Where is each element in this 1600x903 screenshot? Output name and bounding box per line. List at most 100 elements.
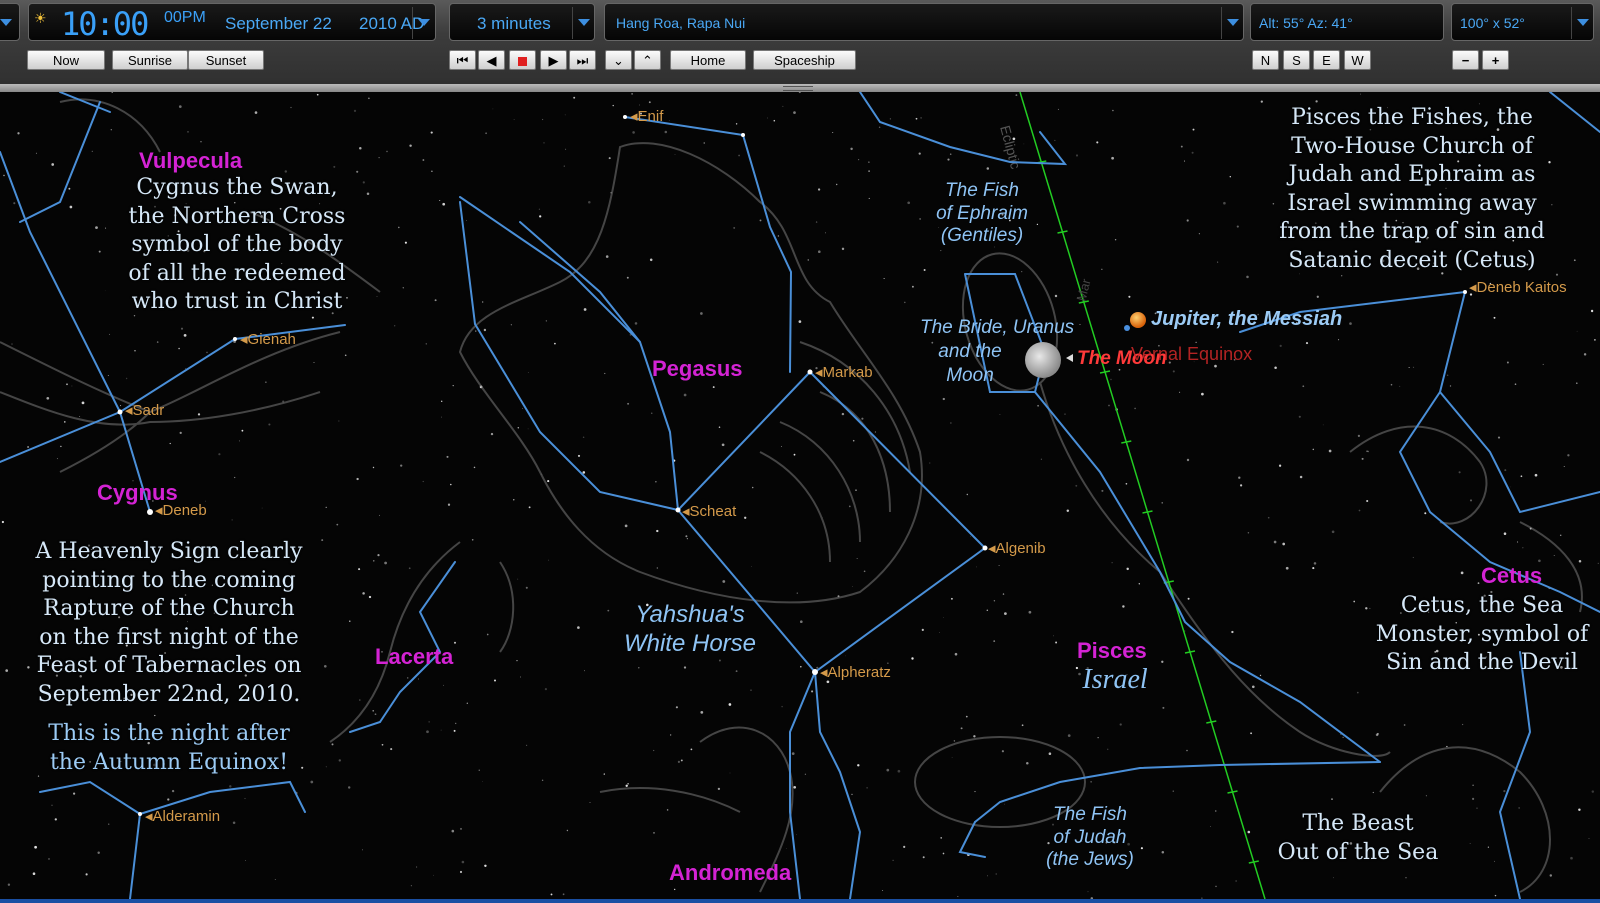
- label-andromeda[interactable]: Andromeda: [669, 860, 791, 886]
- star-alderamin[interactable]: ◂Alderamin: [145, 807, 220, 825]
- label-vernal-equinox[interactable]: Vernal Equinox: [1131, 344, 1252, 365]
- star-scheat[interactable]: ◂Scheat: [682, 502, 736, 520]
- background-star: [1504, 469, 1507, 472]
- background-star: [154, 714, 156, 717]
- sky-view[interactable]: Ecliptic Mar Vulpecula Cygnus Pegasus La…: [0, 92, 1600, 899]
- background-star: [187, 131, 189, 133]
- background-star: [777, 235, 780, 237]
- background-star: [120, 405, 122, 407]
- background-star: [451, 829, 455, 833]
- background-star: [1119, 723, 1122, 726]
- time-step-value[interactable]: 3 minutes: [477, 14, 551, 34]
- location-value[interactable]: Hang Roa, Rapa Nui: [616, 15, 745, 31]
- background-star: [1274, 366, 1277, 370]
- fov-value[interactable]: 100° x 52°: [1460, 15, 1525, 31]
- view-options-panel[interactable]: [0, 3, 20, 41]
- background-star: [1037, 404, 1039, 407]
- play-button[interactable]: ▶: [540, 50, 567, 70]
- fov-dropdown-icon[interactable]: [1571, 7, 1594, 39]
- zoom-in-button[interactable]: +: [1482, 50, 1509, 70]
- background-star: [1399, 385, 1401, 387]
- location-panel[interactable]: Hang Roa, Rapa Nui: [604, 3, 1244, 41]
- chevron-down-icon: ⌄: [613, 53, 624, 68]
- splitter-grip[interactable]: [783, 86, 813, 91]
- annotation-line: Moon: [946, 365, 994, 386]
- background-star: [811, 690, 814, 693]
- spaceship-button[interactable]: Spaceship: [753, 50, 856, 70]
- west-button[interactable]: W: [1344, 50, 1371, 70]
- label-jupiter[interactable]: Jupiter, the Messiah: [1151, 308, 1342, 331]
- home-button[interactable]: Home: [670, 50, 746, 70]
- time-seconds[interactable]: 00PM: [164, 9, 206, 27]
- star-gienah[interactable]: ◂Gienah: [240, 330, 296, 348]
- background-star: [690, 748, 693, 751]
- background-star: [703, 142, 705, 144]
- sunset-button[interactable]: Sunset: [188, 50, 264, 70]
- star-deneb-kaitos[interactable]: ◂Deneb Kaitos: [1469, 278, 1567, 296]
- look-up-button[interactable]: ⌃: [634, 50, 661, 70]
- background-star: [1278, 464, 1282, 467]
- background-star: [750, 689, 752, 691]
- time-step-panel[interactable]: 3 minutes: [449, 3, 595, 41]
- background-star: [54, 818, 57, 821]
- background-star: [56, 458, 58, 460]
- annotation-heavenly-sign: A Heavenly Sign clearly pointing to the …: [14, 538, 324, 709]
- step-back-button[interactable]: ◀: [478, 50, 505, 70]
- time-step-dropdown-icon[interactable]: [572, 7, 595, 39]
- star-deneb[interactable]: ◂Deneb: [155, 501, 207, 519]
- label-pisces[interactable]: Pisces: [1077, 638, 1147, 664]
- fast-forward-button[interactable]: ⏭: [569, 50, 596, 70]
- star-alpheratz[interactable]: ◂Alpheratz: [820, 663, 891, 681]
- star-algenib[interactable]: ◂Algenib: [988, 539, 1046, 557]
- label-lacerta[interactable]: Lacerta: [375, 644, 453, 670]
- background-star: [167, 798, 170, 801]
- background-star: [882, 890, 884, 891]
- background-star: [268, 423, 271, 426]
- label-pegasus[interactable]: Pegasus: [652, 356, 743, 382]
- background-star: [1183, 160, 1186, 162]
- background-star: [1217, 261, 1219, 263]
- label-cetus[interactable]: Cetus: [1481, 563, 1542, 589]
- datetime-panel[interactable]: ☀ 10:00 00PM September 22 2010 AD: [28, 3, 436, 43]
- background-star: [1461, 723, 1464, 726]
- star-algenib-label: Algenib: [995, 540, 1046, 557]
- star-sadr[interactable]: ◂Sadr: [125, 401, 164, 419]
- background-star: [1191, 151, 1194, 154]
- now-button[interactable]: Now: [27, 50, 105, 70]
- datetime-dropdown-icon[interactable]: [412, 7, 435, 39]
- annotation-line: Cetus, the Sea: [1400, 593, 1564, 618]
- chevron-down-icon[interactable]: [0, 7, 17, 39]
- star-deneb-label: Deneb: [162, 502, 207, 519]
- annotation-line: Judah and Ephraim as: [1288, 162, 1536, 187]
- north-button[interactable]: N: [1252, 50, 1279, 70]
- fov-panel[interactable]: 100° x 52°: [1451, 3, 1594, 41]
- star-markab[interactable]: ◂Markab: [815, 363, 873, 381]
- annotation-line: Pisces the Fishes, the: [1291, 105, 1533, 130]
- east-button[interactable]: E: [1313, 50, 1340, 70]
- rewind-button[interactable]: ⏮: [449, 50, 476, 70]
- background-star: [1195, 341, 1197, 344]
- background-star: [584, 670, 585, 672]
- background-star: [543, 142, 545, 144]
- background-star: [453, 729, 456, 732]
- cygnus-art: [0, 331, 341, 473]
- star-enif[interactable]: ◂Enif: [630, 107, 663, 125]
- background-star: [922, 856, 925, 859]
- sunrise-button[interactable]: Sunrise: [112, 50, 188, 70]
- label-vulpecula[interactable]: Vulpecula: [139, 148, 242, 174]
- time-display[interactable]: 10:00: [61, 5, 149, 43]
- background-star: [562, 893, 565, 896]
- background-star: [134, 350, 136, 352]
- background-star: [475, 330, 477, 332]
- zoom-out-button[interactable]: −: [1452, 50, 1479, 70]
- location-dropdown-icon[interactable]: [1221, 7, 1244, 39]
- date-month-day[interactable]: September 22: [225, 14, 332, 34]
- stop-button[interactable]: [509, 50, 536, 70]
- look-down-button[interactable]: ⌄: [605, 50, 632, 70]
- background-star: [818, 250, 821, 253]
- view-splitter[interactable]: [0, 84, 1600, 92]
- background-star: [386, 150, 388, 153]
- background-star: [668, 119, 670, 121]
- annotation-line: from the trap of sin and: [1279, 219, 1545, 244]
- south-button[interactable]: S: [1283, 50, 1310, 70]
